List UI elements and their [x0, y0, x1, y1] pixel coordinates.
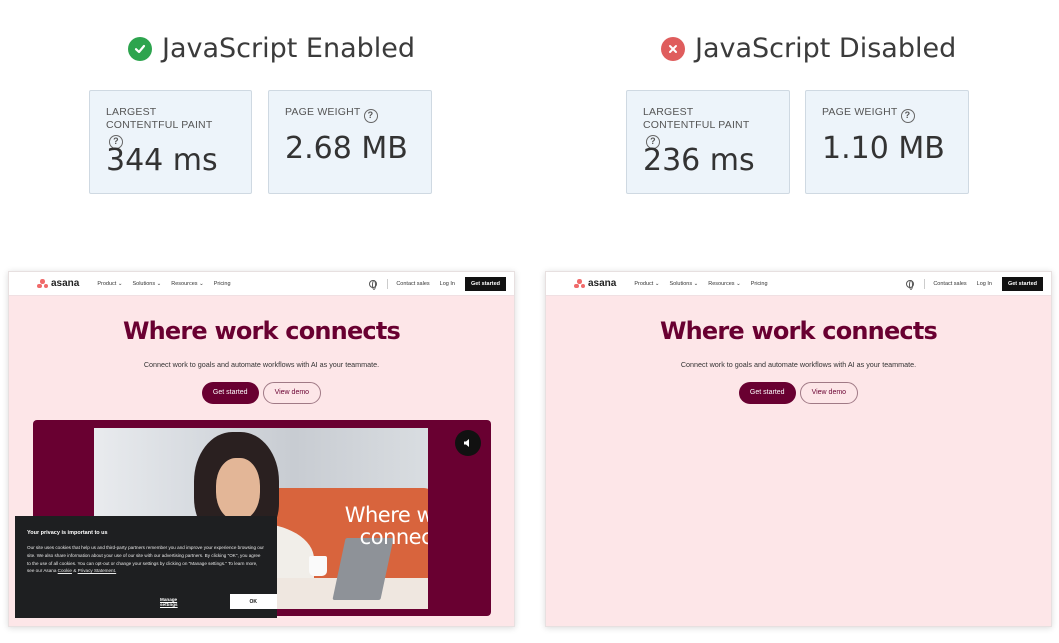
- asana-logo[interactable]: asana: [37, 278, 79, 289]
- cookie-ok-button[interactable]: OK: [229, 594, 277, 609]
- cookie-policy-link[interactable]: Cookie: [58, 568, 72, 573]
- manage-settings-button[interactable]: Manage settings: [160, 597, 196, 607]
- metric-value: 1.10 MB: [822, 131, 945, 166]
- metric-weight-enabled: PAGE WEIGHT? 2.68 MB: [268, 90, 432, 194]
- enabled-title: JavaScript Enabled: [128, 33, 415, 64]
- nav-solutions[interactable]: Solutions ⌄: [132, 281, 161, 287]
- contact-sales-link[interactable]: Contact sales: [396, 281, 429, 287]
- asana-logo[interactable]: asana: [574, 278, 616, 289]
- x-circle-icon: [661, 36, 685, 61]
- nav-resources[interactable]: Resources ⌄: [708, 281, 740, 287]
- enabled-title-text: JavaScript Enabled: [162, 33, 416, 64]
- video-overlay-text: Where work connects: [344, 503, 428, 549]
- nav-pricing[interactable]: Pricing: [214, 281, 231, 287]
- metric-value: 2.68 MB: [285, 131, 408, 166]
- mute-icon[interactable]: [455, 430, 481, 456]
- cookie-banner: Your privacy is important to us Our site…: [15, 516, 277, 618]
- screenshot-js-enabled: asana Product ⌄ Solutions ⌄ Resources ⌄ …: [8, 271, 515, 627]
- metric-label: PAGE WEIGHT: [285, 106, 361, 118]
- nav-pricing[interactable]: Pricing: [751, 281, 768, 287]
- get-started-button[interactable]: Get started: [201, 382, 259, 404]
- hero-subtitle: Connect work to goals and automate workf…: [143, 360, 380, 369]
- nav-get-started-button[interactable]: Get started: [464, 276, 506, 291]
- metric-weight-disabled: PAGE WEIGHT? 1.10 MB: [805, 90, 969, 194]
- view-demo-button[interactable]: View demo: [799, 382, 859, 404]
- hero-actions: Get started View demo: [546, 382, 1051, 404]
- metric-label: LARGEST CONTENTFUL PAINT: [643, 106, 750, 131]
- video-mug: [309, 556, 327, 576]
- nav-product[interactable]: Product ⌄: [97, 281, 122, 287]
- help-icon[interactable]: ?: [363, 108, 378, 123]
- divider: [387, 278, 389, 289]
- asana-dots-icon: [37, 279, 48, 288]
- divider: [924, 278, 926, 289]
- site-nav: asana Product ⌄ Solutions ⌄ Resources ⌄ …: [546, 272, 1051, 296]
- disabled-title-text: JavaScript Disabled: [695, 33, 957, 64]
- login-link[interactable]: Log In: [440, 281, 455, 287]
- nav-solutions[interactable]: Solutions ⌄: [669, 281, 698, 287]
- privacy-statement-link[interactable]: Privacy Statement.: [78, 568, 117, 573]
- globe-icon[interactable]: [906, 279, 915, 290]
- nav-product[interactable]: Product ⌄: [634, 281, 659, 287]
- help-icon[interactable]: ?: [900, 108, 915, 123]
- cookie-actions: Manage settings OK: [15, 594, 277, 609]
- hero-title: Where work connects: [659, 317, 938, 345]
- metric-label: PAGE WEIGHT: [822, 106, 898, 118]
- asana-dots-icon: [574, 279, 585, 288]
- cookie-title: Your privacy is important to us: [27, 530, 108, 536]
- nav-get-started-button[interactable]: Get started: [1001, 276, 1043, 291]
- site-nav: asana Product ⌄ Solutions ⌄ Resources ⌄ …: [9, 272, 514, 296]
- cookie-body: Our site uses cookies that help us and t…: [27, 545, 264, 574]
- metric-label: LARGEST CONTENTFUL PAINT: [106, 106, 213, 131]
- nav-resources[interactable]: Resources ⌄: [171, 281, 203, 287]
- disabled-title: JavaScript Disabled: [661, 33, 956, 64]
- metric-lcp-disabled: LARGEST CONTENTFUL PAINT? 236 ms: [626, 90, 790, 194]
- video-person-face: [216, 458, 260, 520]
- hero-subtitle: Connect work to goals and automate workf…: [680, 360, 917, 369]
- globe-icon[interactable]: [369, 279, 378, 290]
- metric-value: 344 ms: [106, 143, 218, 178]
- check-circle-icon: [128, 36, 152, 61]
- view-demo-button[interactable]: View demo: [262, 382, 322, 404]
- hero-title: Where work connects: [122, 317, 401, 345]
- metric-value: 236 ms: [643, 143, 755, 178]
- screenshot-js-disabled: asana Product ⌄ Solutions ⌄ Resources ⌄ …: [545, 271, 1052, 627]
- contact-sales-link[interactable]: Contact sales: [933, 281, 966, 287]
- login-link[interactable]: Log In: [977, 281, 992, 287]
- hero-actions: Get started View demo: [9, 382, 514, 404]
- metric-lcp-enabled: LARGEST CONTENTFUL PAINT? 344 ms: [89, 90, 252, 194]
- get-started-button[interactable]: Get started: [738, 382, 796, 404]
